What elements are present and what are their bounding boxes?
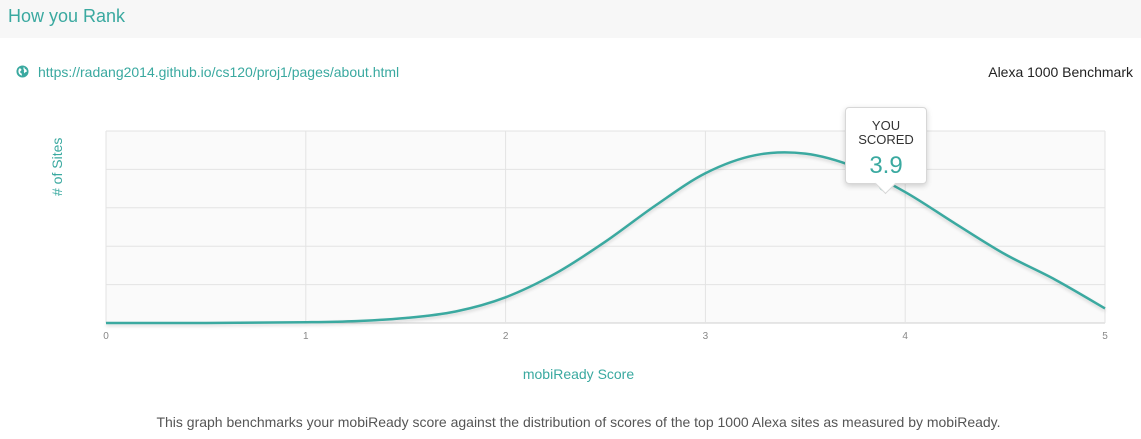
tooltip-line-you: YOU	[871, 118, 901, 133]
x-tick-labels: 0 1 2 3 4 5	[103, 331, 1108, 342]
x-tick-label: 4	[902, 331, 908, 342]
x-tick-label: 2	[503, 331, 509, 342]
x-axis-label: mobiReady Score	[522, 366, 635, 382]
score-tooltip: YOU SCORED 3.9	[845, 107, 927, 184]
chart-description: This graph benchmarks your mobiReady sco…	[156, 414, 1001, 430]
x-tick-label: 5	[1102, 331, 1108, 342]
x-tick-label: 3	[703, 331, 709, 342]
x-tick-label: 0	[103, 331, 109, 342]
tooltip-score-value: 3.9	[869, 152, 903, 179]
plot-area	[106, 131, 1105, 323]
tooltip-line-scored: SCORED	[858, 132, 914, 147]
x-tick-label: 1	[303, 331, 309, 342]
